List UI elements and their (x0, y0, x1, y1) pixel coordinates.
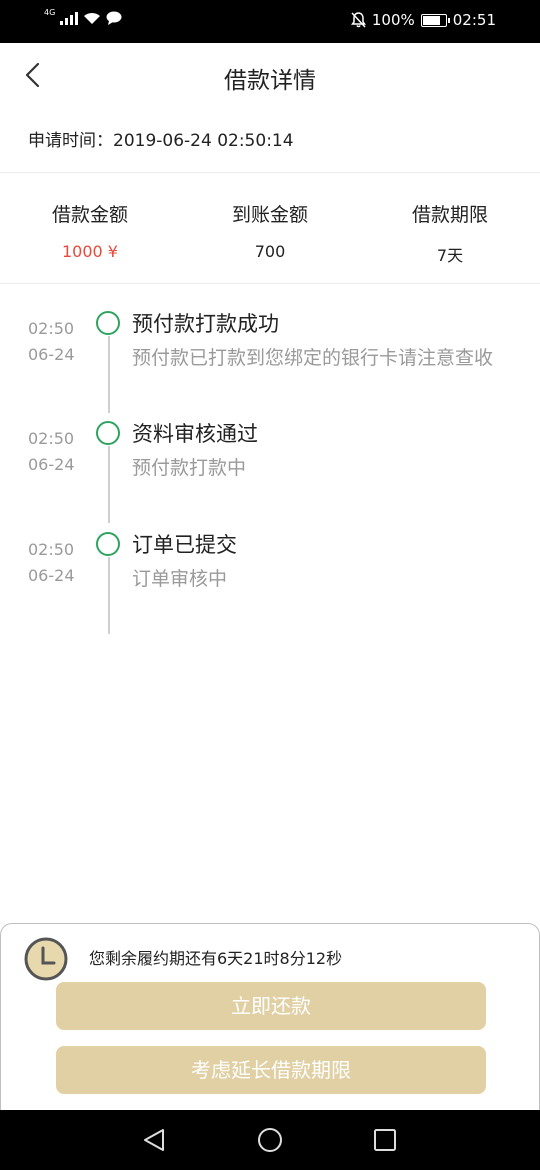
home-circle-icon (258, 1128, 282, 1152)
back-triangle-icon (144, 1129, 164, 1151)
timeline-date: 06-24 (28, 566, 75, 585)
extend-term-button[interactable]: 考虑延长借款期限 (56, 1046, 486, 1094)
timeline-timestamp: 02:50 06-24 (28, 537, 75, 589)
timeline-title: 预付款打款成功 (132, 312, 279, 336)
summary-received-amount: 到账金额 700 (180, 200, 360, 266)
timeline-title: 订单已提交 (132, 533, 237, 557)
apply-time-value: 2019-06-24 02:50:14 (113, 131, 294, 151)
timeline-item: 02:50 06-24 订单已提交 订单审核中 (0, 527, 540, 637)
page-header: 借款详情 (0, 43, 540, 107)
timeline-dot-icon (96, 311, 120, 335)
remaining-period-text: 您剩余履约期还有6天21时8分12秒 (89, 949, 343, 968)
wifi-icon (84, 12, 101, 24)
apply-time-label: 申请时间： (28, 131, 113, 151)
nav-recents-button[interactable] (370, 1125, 400, 1155)
summary-label: 到账金额 (231, 204, 308, 226)
summary-loan-amount: 借款金额 1000 ¥ (0, 200, 180, 266)
timeline-desc: 订单审核中 (132, 568, 228, 590)
summary-value: 7天 (436, 246, 464, 265)
timeline-desc: 预付款打款中 (132, 457, 247, 479)
timeline-date: 06-24 (28, 345, 75, 364)
summary-label: 借款期限 (411, 204, 488, 226)
timeline-time: 02:50 (28, 540, 75, 559)
timeline-time: 02:50 (28, 319, 75, 338)
status-bar: 4G 100% 02:51 (0, 0, 540, 43)
apply-time: 申请时间：2019-06-24 02:50:14 (28, 126, 294, 151)
nav-home-button[interactable] (255, 1125, 285, 1155)
recents-square-icon (374, 1129, 396, 1151)
timeline-date: 06-24 (28, 455, 75, 474)
timeline-dot-icon (96, 532, 120, 556)
network-type: 4G (44, 8, 56, 17)
battery-percent: 100% (371, 11, 415, 29)
timeline-timestamp: 02:50 06-24 (28, 426, 75, 478)
repay-now-button[interactable]: 立即还款 (56, 982, 486, 1030)
divider (0, 283, 540, 284)
status-right: 100% 02:51 (350, 11, 496, 29)
loan-summary: 借款金额 1000 ¥ 到账金额 700 借款期限 7天 (0, 200, 540, 266)
message-icon (106, 11, 122, 25)
summary-label: 借款金额 (51, 204, 128, 226)
signal-icon (60, 11, 79, 25)
system-nav-bar (0, 1110, 540, 1170)
status-left: 4G (44, 8, 122, 25)
timeline-time: 02:50 (28, 429, 75, 448)
repayment-card: 您剩余履约期还有6天21时8分12秒 立即还款 考虑延长借款期限 (0, 923, 540, 1123)
timeline-item: 02:50 06-24 预付款打款成功 预付款已打款到您绑定的银行卡请注意查收 (0, 306, 540, 416)
timeline-timestamp: 02:50 06-24 (28, 316, 75, 368)
timeline-title: 资料审核通过 (132, 422, 258, 446)
battery-icon (420, 13, 450, 27)
clock-icon (24, 937, 68, 981)
status-time: 02:51 (452, 11, 496, 29)
divider (0, 172, 540, 173)
summary-value: 700 (254, 242, 286, 261)
summary-loan-term: 借款期限 7天 (360, 200, 540, 266)
timeline-item: 02:50 06-24 资料审核通过 预付款打款中 (0, 416, 540, 526)
timeline-dot-icon (96, 421, 120, 445)
page-title: 借款详情 (224, 68, 316, 94)
summary-value: 1000 ¥ (62, 242, 118, 261)
timeline-desc: 预付款已打款到您绑定的银行卡请注意查收 (132, 347, 494, 369)
nav-back-button[interactable] (139, 1125, 169, 1155)
mute-icon (350, 12, 366, 28)
